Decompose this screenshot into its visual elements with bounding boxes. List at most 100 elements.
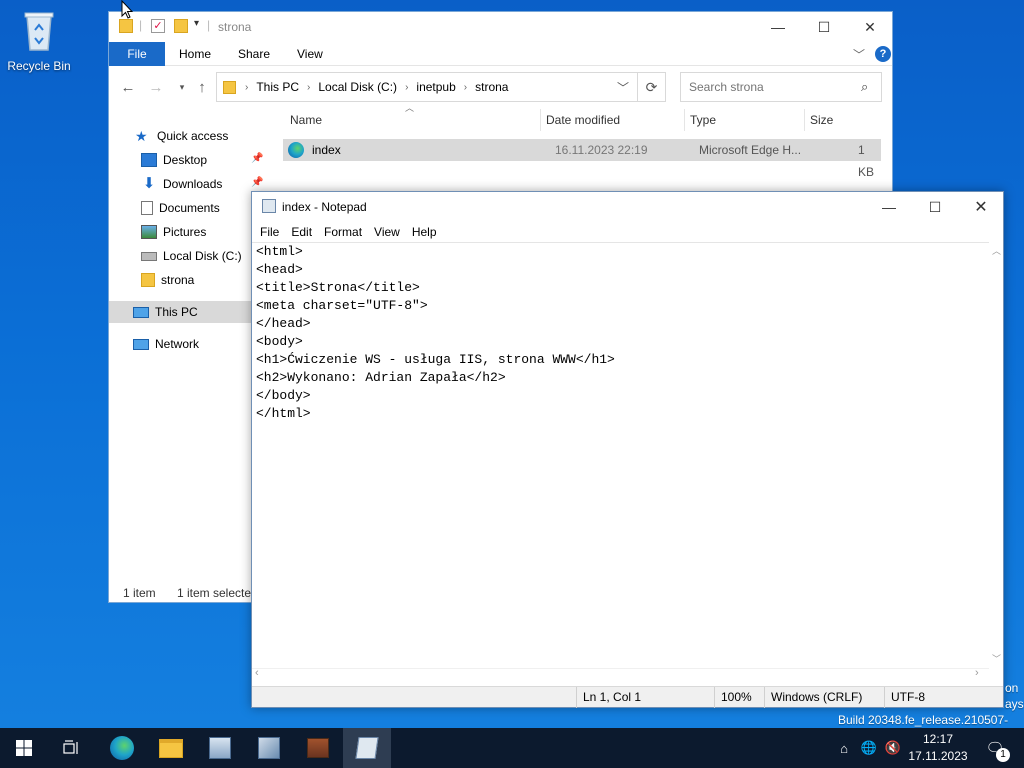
- menu-file[interactable]: File: [254, 225, 285, 239]
- sidebar-item-local-disk[interactable]: Local Disk (C:): [109, 245, 269, 267]
- menu-help[interactable]: Help: [406, 225, 443, 239]
- system-clock[interactable]: 12:17 17.11.2023: [900, 731, 976, 765]
- taskbar-admin-tools[interactable]: [245, 728, 293, 768]
- folder-icon: [223, 80, 236, 94]
- notepad-window[interactable]: index - Notepad — ☐ ✕ File Edit Format V…: [251, 191, 1004, 708]
- sidebar-item-desktop[interactable]: Desktop: [109, 149, 269, 171]
- scroll-down-icon[interactable]: ﹀: [992, 652, 1001, 665]
- breadcrumb-local-disk[interactable]: Local Disk (C:): [318, 80, 397, 94]
- window-title: index - Notepad: [282, 200, 367, 214]
- sidebar-item-network[interactable]: Network: [109, 333, 269, 355]
- chevron-down-icon[interactable]: ﹀: [617, 79, 629, 96]
- chevron-right-icon: ›: [405, 81, 409, 93]
- chevron-right-icon: ›: [245, 81, 249, 93]
- menu-format[interactable]: Format: [318, 225, 368, 239]
- maximize-button[interactable]: ☐: [912, 192, 958, 222]
- zoom-level: 100%: [714, 687, 764, 708]
- notification-center-button[interactable]: 🗨 1: [980, 728, 1010, 768]
- vertical-scrollbar[interactable]: ︿ ﹀: [989, 242, 1003, 668]
- column-size[interactable]: Size: [805, 109, 885, 131]
- customize-toolbar-icon[interactable]: ▾: [194, 18, 199, 29]
- up-arrow-icon[interactable]: ↑: [191, 75, 213, 99]
- minimize-button[interactable]: —: [866, 192, 912, 222]
- breadcrumb-this-pc[interactable]: This PC: [256, 80, 299, 94]
- recycle-bin-label: Recycle Bin: [7, 59, 71, 73]
- recycle-bin-icon: [24, 12, 54, 51]
- breadcrumb-inetpub[interactable]: inetpub: [416, 80, 455, 94]
- navigation-bar: ← → ▾ ↑ › This PC › Local Disk (C:) › in…: [109, 67, 892, 107]
- search-icon: ⌕: [861, 79, 869, 94]
- explorer-titlebar[interactable]: | ✓ ▾ | strona — ☐ ✕: [109, 12, 892, 42]
- sidebar-item-downloads[interactable]: ⬇ Downloads: [109, 173, 269, 195]
- server-manager-icon: [209, 737, 231, 759]
- sidebar-item-this-pc[interactable]: This PC: [109, 301, 269, 323]
- watermark-text: on: [1005, 681, 1019, 695]
- code-line: <html>: [256, 244, 303, 259]
- menu-view[interactable]: View: [368, 225, 406, 239]
- menu-edit[interactable]: Edit: [285, 225, 318, 239]
- notepad-icon: [262, 199, 276, 213]
- tab-view[interactable]: View: [283, 42, 337, 66]
- properties-icon[interactable]: ✓: [151, 19, 165, 33]
- code-line: <body>: [256, 334, 303, 349]
- sidebar-item-strona[interactable]: strona: [109, 269, 269, 291]
- sidebar-item-pictures[interactable]: Pictures: [109, 221, 269, 243]
- divider: |: [207, 18, 211, 32]
- expand-ribbon-icon[interactable]: ﹀: [853, 46, 865, 63]
- tab-file[interactable]: File: [109, 42, 165, 66]
- sidebar-item-label: Quick access: [157, 129, 229, 143]
- column-date-modified[interactable]: Date modified: [541, 109, 685, 131]
- address-bar[interactable]: › This PC › Local Disk (C:) › inetpub › …: [216, 72, 638, 102]
- tab-home[interactable]: Home: [165, 42, 225, 66]
- sidebar-item-label: Local Disk (C:): [163, 249, 242, 263]
- close-button[interactable]: ✕: [847, 12, 893, 42]
- edge-icon: [288, 142, 304, 158]
- close-button[interactable]: ✕: [958, 192, 1004, 222]
- recycle-bin-shortcut[interactable]: Recycle Bin: [4, 8, 74, 73]
- file-date: 16.11.2023 22:19: [555, 143, 648, 157]
- sidebar-item-documents[interactable]: Documents: [109, 197, 269, 219]
- download-arrow-icon: ⬇: [142, 175, 156, 192]
- code-line: <title>Strona</title>: [256, 280, 420, 295]
- taskbar-notepad[interactable]: [343, 728, 391, 768]
- start-button[interactable]: [0, 728, 48, 768]
- taskbar-file-explorer[interactable]: [147, 728, 195, 768]
- folder-icon: [159, 738, 183, 758]
- scroll-up-icon[interactable]: ︿: [992, 244, 1001, 257]
- minimize-button[interactable]: —: [755, 12, 801, 42]
- file-row[interactable]: index 16.11.2023 22:19 Microsoft Edge H.…: [283, 139, 881, 179]
- back-arrow-icon[interactable]: ←: [117, 75, 139, 99]
- forward-arrow-icon[interactable]: →: [145, 75, 167, 99]
- breadcrumb-strona[interactable]: strona: [475, 80, 508, 94]
- task-view-button[interactable]: [48, 728, 96, 768]
- horizontal-scrollbar[interactable]: ‹ ›: [252, 667, 989, 682]
- recent-locations-icon[interactable]: ▾: [171, 75, 193, 99]
- explorer-status-bar: 1 item 1 item selected: [109, 583, 269, 603]
- taskbar-edge[interactable]: [98, 728, 146, 768]
- notepad-titlebar[interactable]: index - Notepad — ☐ ✕: [252, 192, 1003, 222]
- tab-share[interactable]: Share: [224, 42, 284, 66]
- column-type[interactable]: Type: [685, 109, 805, 131]
- column-headers: ︿ Name Date modified Type Size: [285, 103, 885, 131]
- new-folder-icon[interactable]: [174, 19, 188, 33]
- search-input[interactable]: [680, 72, 882, 102]
- ribbon-tabs: File Home Share View ﹀ ?: [109, 42, 892, 66]
- maximize-button[interactable]: ☐: [801, 12, 847, 42]
- scroll-right-icon[interactable]: ›: [975, 667, 979, 679]
- sidebar-item-label: Network: [155, 337, 200, 351]
- clock-time: 12:17: [922, 732, 954, 746]
- text-editor[interactable]: <html> <head> <title>Strona</title> <met…: [252, 242, 989, 668]
- sidebar-item-label: Downloads: [163, 177, 223, 191]
- file-type: Microsoft Edge H...: [699, 143, 802, 157]
- refresh-button[interactable]: ⟳: [638, 72, 666, 102]
- scroll-left-icon[interactable]: ‹: [255, 667, 259, 679]
- network-status-icon[interactable]: ⌂: [834, 728, 854, 768]
- globe-icon[interactable]: 🌐: [858, 728, 880, 768]
- help-icon[interactable]: ?: [875, 46, 891, 62]
- sidebar-item-quick-access[interactable]: ★ Quick access: [109, 125, 269, 147]
- column-name[interactable]: Name: [285, 109, 541, 131]
- taskbar-server-manager[interactable]: [196, 728, 244, 768]
- taskbar-toolbox[interactable]: [294, 728, 342, 768]
- chevron-right-icon: ›: [307, 81, 311, 93]
- selected-count: 1 item selected: [177, 586, 258, 600]
